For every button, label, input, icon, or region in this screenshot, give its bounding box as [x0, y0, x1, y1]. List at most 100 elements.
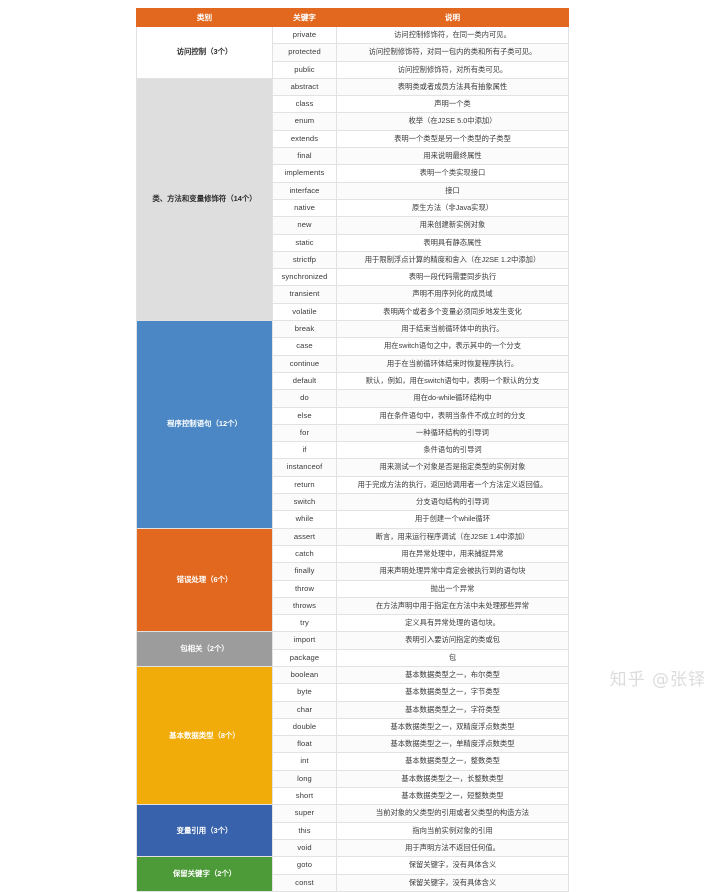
description-cell: 抛出一个异常 [336, 579, 569, 598]
keyword-cell: volatile [272, 302, 337, 322]
description-cell: 一种循环结构的引导词 [336, 423, 569, 443]
keyword-cell: case [272, 337, 337, 356]
keyword-cell: new [272, 216, 337, 235]
description-cell: 表明一段代码需要同步执行 [336, 268, 569, 287]
table-row: 程序控制语句（12个） break 用于结束当前循环体中的执行。 [136, 320, 569, 529]
description-cell: 基本数据类型之一，单精度浮点数类型 [336, 735, 569, 754]
description-cell: 基本数据类型之一，整数类型 [336, 752, 569, 771]
table-row: 基本数据类型（8个） boolean 基本数据类型之一，布尔类型 [136, 665, 569, 806]
keyword-cell: double [272, 717, 337, 737]
keyword-cell: else [272, 406, 337, 425]
description-cell: 表明类或者成员方法具有抽象属性 [336, 77, 569, 97]
page-root: 类别 关键字 说明 访问控制（3个） private 访问控制修饰符，在同一类内可见… [0, 0, 720, 892]
description-cell: 指向当前实例对象的引用 [336, 821, 569, 840]
description-cell: 包 [336, 648, 569, 667]
keyword-cell: goto [272, 856, 337, 875]
description-cell: 表明一个类实现接口 [336, 164, 569, 183]
keyword-cell: implements [272, 164, 337, 183]
description-cell: 当前对象的父类型的引用或者父类型的构造方法 [336, 804, 569, 823]
keyword-cell: default [272, 371, 337, 391]
description-cell: 表明引入要访问指定的类或包 [336, 631, 569, 650]
keyword-cell: try [272, 614, 337, 633]
description-cell: 基本数据类型之一，长整数类型 [336, 769, 569, 789]
keyword-cell: return [272, 475, 337, 495]
keyword-cell: boolean [272, 665, 337, 685]
keyword-cell: do [272, 389, 337, 408]
keyword-cell: continue [272, 354, 337, 373]
description-cell: 表明一个类型是另一个类型的子类型 [336, 129, 569, 149]
keyword-cell: enum [272, 112, 337, 131]
table-row: 变量引用（3个） super 当前对象的父类型的引用或者父类型的构造方法 [136, 804, 569, 858]
watermark: 知乎 @张铎 [609, 670, 706, 690]
keyword-cell: this [272, 821, 337, 840]
description-cell: 用来说明最终属性 [336, 147, 569, 166]
keyword-cell: static [272, 233, 337, 252]
keyword-cell: byte [272, 683, 337, 702]
keyword-cell: while [272, 510, 337, 529]
column-header-category: 类别 [136, 8, 273, 27]
description-cell: 访问控制修饰符，对所有类可见。 [336, 60, 569, 79]
keyword-cell: protected [272, 43, 337, 62]
description-cell: 用于声明方法不返回任何值。 [336, 838, 569, 858]
description-cell: 基本数据类型之一，字节类型 [336, 683, 569, 702]
table-row: 访问控制（3个） private 访问控制修饰符，在同一类内可见。 [136, 25, 569, 79]
description-cell: 访问控制修饰符，在同一类内可见。 [336, 25, 569, 45]
description-cell: 基本数据类型之一，双精度浮点数类型 [336, 717, 569, 737]
keyword-cell: private [272, 25, 337, 45]
table-header-row: 类别 关键字 说明 [136, 8, 569, 27]
category-cell: 程序控制语句（12个） [136, 320, 273, 529]
keyword-cell: abstract [272, 77, 337, 97]
keyword-cell: final [272, 147, 337, 166]
keyword-cell: class [272, 95, 337, 114]
keyword-cell: extends [272, 129, 337, 149]
description-cell: 用于结束当前循环体中的执行。 [336, 320, 569, 339]
keyword-cell: super [272, 804, 337, 823]
column-header-description: 说明 [336, 8, 569, 27]
description-cell: 在方法声明中用于指定在方法中未处理那些异常 [336, 596, 569, 616]
table-header: 类别 关键字 说明 [136, 8, 569, 27]
table-row: 类、方法和变量修饰符（14个） abstract 表明类或者成员方法具有抽象属性 [136, 77, 569, 322]
category-cell: 变量引用（3个） [136, 804, 273, 858]
keyword-cell: public [272, 60, 337, 79]
keyword-cell: import [272, 631, 337, 650]
column-header-keyword: 关键字 [272, 8, 337, 27]
keyword-cell: break [272, 320, 337, 339]
keyword-cell: catch [272, 544, 337, 564]
keyword-cell: switch [272, 493, 337, 512]
description-cell: 接口 [336, 181, 569, 200]
keyword-cell: const [272, 873, 337, 892]
description-cell: 访问控制修饰符，对同一包内的类和所有子类可见。 [336, 43, 569, 62]
description-cell: 枚举（在J2SE 5.0中添加） [336, 112, 569, 131]
description-cell: 用在异常处理中，用来捕捉异常 [336, 544, 569, 564]
description-cell: 基本数据类型之一，布尔类型 [336, 665, 569, 685]
keyword-cell: instanceof [272, 458, 337, 477]
keyword-cell: void [272, 838, 337, 858]
description-cell: 用于完成方法的执行，返回给调用者一个方法定义返回值。 [336, 475, 569, 495]
description-cell: 用于创建一个while循环 [336, 510, 569, 529]
keyword-cell: package [272, 648, 337, 667]
keyword-cell: throw [272, 579, 337, 598]
category-cell: 基本数据类型（8个） [136, 665, 273, 806]
description-cell: 分支语句结构的引导词 [336, 493, 569, 512]
description-cell: 表明两个或者多个变量必须同步地发生变化 [336, 302, 569, 322]
keyword-cell: transient [272, 285, 337, 304]
description-cell: 默认，例如，用在switch语句中，表明一个默认的分支 [336, 371, 569, 391]
keyword-cell: for [272, 423, 337, 443]
description-cell: 用在do-while循环结构中 [336, 389, 569, 408]
keyword-cell: synchronized [272, 268, 337, 287]
keyword-cell: assert [272, 527, 337, 546]
description-cell: 保留关键字，没有具体含义 [336, 873, 569, 892]
java-keywords-table: 类别 关键字 说明 访问控制（3个） private 访问控制修饰符，在同一类内可见… [136, 8, 569, 892]
description-cell: 条件语句的引导词 [336, 441, 569, 460]
description-cell: 用来创建新实例对象 [336, 216, 569, 235]
category-cell: 保留关键字（2个） [136, 856, 273, 892]
category-cell: 包相关（2个） [136, 631, 273, 667]
description-cell: 原生方法（非Java实现） [336, 198, 569, 218]
keyword-cell: short [272, 787, 337, 806]
keyword-cell: strictfp [272, 250, 337, 270]
keyword-cell: char [272, 700, 337, 719]
description-cell: 基本数据类型之一，字符类型 [336, 700, 569, 719]
keyword-cell: throws [272, 596, 337, 616]
table-row: 错误处理（6个） assert 断言，用来运行程序调试（在J2SE 1.4中添加） [136, 527, 569, 633]
description-cell: 用在条件语句中，表明当条件不成立时的分支 [336, 406, 569, 425]
